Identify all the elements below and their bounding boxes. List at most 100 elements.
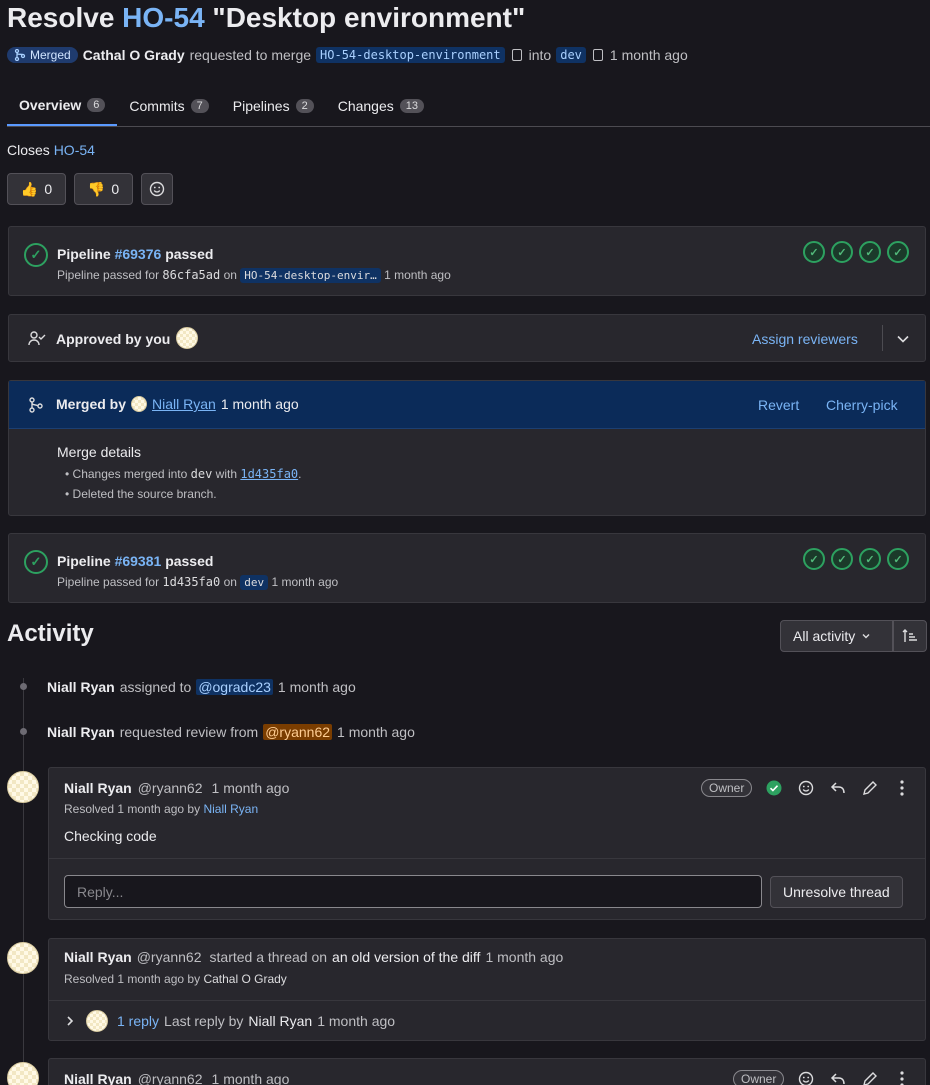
replies-toggle[interactable]: 1 reply — [117, 1013, 159, 1029]
status-badge: Merged — [7, 47, 78, 63]
stage-success-icon[interactable]: ✓ — [859, 548, 881, 570]
note-header: Niall Ryan @ryann62 started a thread on … — [64, 949, 563, 965]
more-actions-icon[interactable] — [890, 776, 914, 800]
mr-tabs: Overview 6 Commits 7 Pipelines 2 Changes 13 — [7, 86, 930, 127]
user-mention[interactable]: @ogradc23 — [196, 679, 273, 695]
tab-count: 13 — [399, 99, 424, 113]
reply-icon[interactable] — [826, 1067, 850, 1085]
discussion-note: Niall Ryan @ryann62 1 month ago Resolved… — [48, 767, 926, 920]
activity-heading: Activity — [7, 620, 94, 647]
on-text: on — [223, 268, 237, 282]
resolved-by-link[interactable]: Niall Ryan — [203, 802, 258, 816]
tab-changes[interactable]: Changes 13 — [326, 86, 436, 126]
sort-button[interactable] — [893, 620, 927, 652]
merge-detail-item: • Deleted the source branch. — [65, 487, 217, 501]
chevron-down-icon — [862, 634, 870, 639]
stage-success-icon[interactable]: ✓ — [803, 241, 825, 263]
note-time[interactable]: 1 month ago — [212, 780, 290, 796]
user-link[interactable]: Niall Ryan — [64, 1071, 132, 1085]
branch-link[interactable]: HO-54-desktop-envir… — [240, 268, 381, 283]
user-link[interactable]: Niall Ryan — [64, 949, 132, 965]
title-suffix: "Desktop environment" — [204, 2, 526, 33]
smiley-icon[interactable] — [794, 1067, 818, 1085]
merge-icon — [14, 49, 26, 61]
user-mention[interactable]: @ryann62 — [263, 724, 333, 740]
resolved-by-link[interactable]: Cathal O Grady — [203, 972, 286, 986]
merge-detail-item: • Changes merged into dev with 1d435fa0. — [65, 467, 302, 481]
branch-link[interactable]: dev — [240, 575, 269, 590]
pipeline-time: 1 month ago — [271, 575, 339, 589]
activity-filter-dropdown[interactable]: All activity — [780, 620, 893, 652]
avatar[interactable] — [7, 1062, 39, 1085]
resolved-text: Resolved 1 month ago by — [64, 972, 201, 986]
stage-success-icon[interactable]: ✓ — [859, 241, 881, 263]
commit-link[interactable]: 1d435fa0 — [240, 467, 298, 481]
role-badge: Owner — [733, 1070, 785, 1085]
chevron-right-icon[interactable] — [64, 1015, 76, 1027]
merged-by-user-link[interactable]: Niall Ryan — [152, 396, 216, 412]
copy-icon[interactable] — [511, 49, 522, 61]
copy-icon[interactable] — [592, 49, 603, 61]
requested-text: requested to merge — [189, 47, 312, 63]
user-handle: @ryann62 — [137, 1071, 203, 1085]
author-link[interactable]: Cathal O Grady — [83, 47, 185, 63]
more-actions-icon[interactable] — [890, 1067, 914, 1085]
reply-icon[interactable] — [826, 776, 850, 800]
approval-widget: Approved by you Assign reviewers — [8, 314, 926, 362]
commit-sha[interactable]: 86cfa5ad — [162, 268, 220, 282]
avatar[interactable] — [7, 942, 39, 974]
commit-sha[interactable]: 1d435fa0 — [162, 575, 220, 589]
smiley-icon[interactable] — [794, 776, 818, 800]
stage-success-icon[interactable]: ✓ — [887, 241, 909, 263]
stage-success-icon[interactable]: ✓ — [803, 548, 825, 570]
user-link[interactable]: Niall Ryan — [47, 679, 115, 695]
assign-reviewers-button[interactable]: Assign reviewers — [752, 331, 858, 347]
reply-input[interactable]: Reply... — [64, 875, 762, 908]
target-branch[interactable]: dev — [556, 47, 586, 63]
stage-success-icon[interactable]: ✓ — [831, 241, 853, 263]
diff-link[interactable]: an old version of the diff — [332, 949, 480, 965]
user-link[interactable]: Niall Ryan — [64, 780, 132, 796]
tab-pipelines[interactable]: Pipelines 2 — [221, 86, 326, 126]
tab-label: Changes — [337, 98, 394, 114]
add-reaction-button[interactable] — [141, 173, 173, 205]
note-time[interactable]: 1 month ago — [485, 949, 563, 965]
action-text: assigned to — [119, 679, 192, 695]
user-link[interactable]: Niall Ryan — [248, 1013, 312, 1029]
avatar[interactable] — [176, 327, 198, 349]
pipeline-title: Pipeline #69381 passed — [57, 553, 213, 569]
tab-count: 2 — [295, 99, 314, 113]
pipeline-link[interactable]: #69376 — [115, 246, 162, 262]
tab-overview[interactable]: Overview 6 — [7, 86, 118, 126]
thumbs-up-button[interactable]: 👍 0 — [7, 173, 66, 205]
event-time: 1 month ago — [277, 679, 356, 695]
tab-commits[interactable]: Commits 7 — [117, 86, 220, 126]
edit-icon[interactable] — [858, 776, 882, 800]
started-text: started a thread on — [209, 949, 328, 965]
source-branch[interactable]: HO-54-desktop-environment — [316, 47, 505, 63]
cherry-pick-button[interactable]: Cherry-pick — [826, 397, 898, 413]
note-time[interactable]: 1 month ago — [212, 1071, 290, 1085]
divider — [882, 325, 883, 351]
avatar[interactable] — [86, 1010, 108, 1032]
avatar[interactable] — [131, 396, 148, 412]
approval-text: Approved by you — [56, 331, 171, 347]
pipeline-link[interactable]: #69381 — [115, 553, 162, 569]
stage-success-icon[interactable]: ✓ — [831, 548, 853, 570]
avatar[interactable] — [7, 771, 39, 803]
role-badge: Owner — [701, 779, 753, 797]
revert-button[interactable]: Revert — [758, 397, 799, 413]
merge-details-title: Merge details — [57, 444, 142, 460]
issue-link[interactable]: HO-54 — [122, 2, 204, 33]
thumbs-down-button[interactable]: 👎 0 — [74, 173, 133, 205]
issue-link[interactable]: HO-54 — [54, 142, 95, 158]
user-link[interactable]: Niall Ryan — [47, 724, 115, 740]
unresolve-thread-button[interactable]: Unresolve thread — [770, 876, 903, 908]
chevron-down-icon[interactable] — [896, 332, 910, 346]
stage-success-icon[interactable]: ✓ — [887, 548, 909, 570]
edit-icon[interactable] — [858, 1067, 882, 1085]
resolved-check-icon[interactable] — [762, 776, 786, 800]
mr-meta: Merged Cathal O Grady requested to merge… — [7, 44, 688, 66]
pipeline-title: Pipeline #69376 passed — [57, 246, 213, 262]
user-handle: @ryann62 — [137, 780, 203, 796]
